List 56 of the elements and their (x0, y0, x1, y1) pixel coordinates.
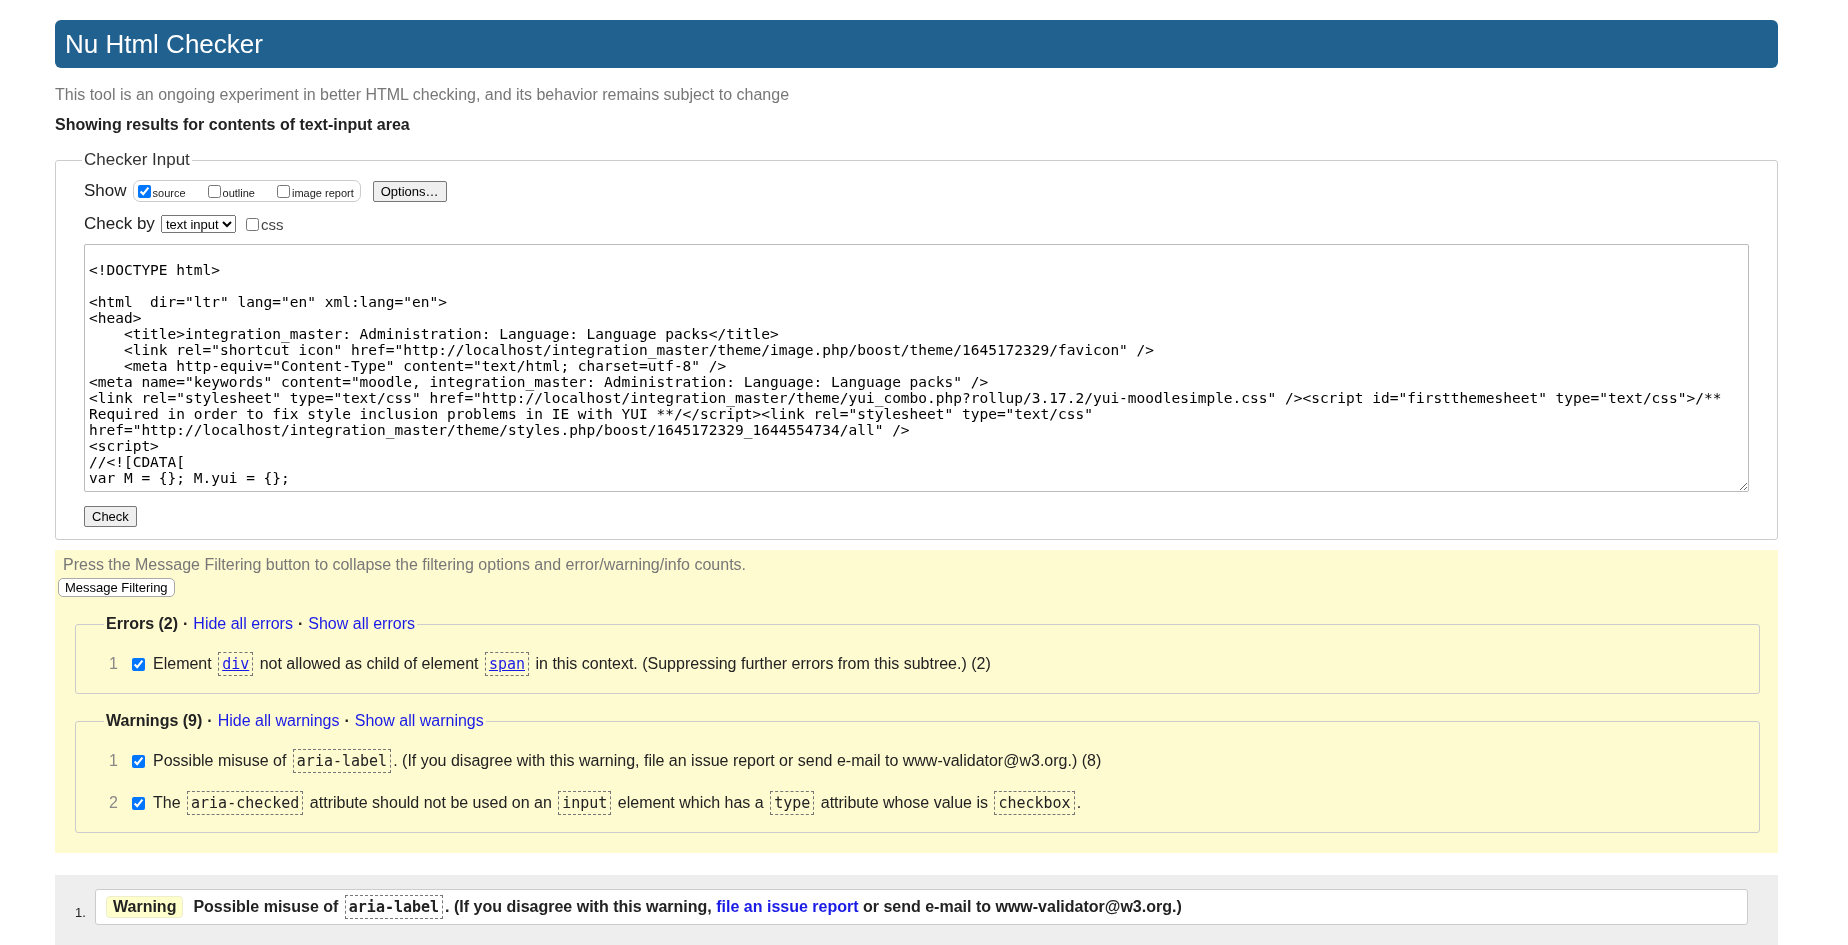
checkbox[interactable] (132, 657, 145, 671)
link[interactable]: Hide all errors (193, 615, 293, 632)
message-number: 1 (109, 752, 119, 770)
check-button[interactable]: Check (84, 506, 137, 527)
checkbox[interactable] (137, 184, 151, 198)
checkbox[interactable] (132, 754, 145, 768)
code-line: <!DOCTYPE html> (89, 262, 220, 278)
code-line: <meta name="keywords" content="moodle, integration_master: Administration: Language: Language packs" /> (89, 374, 989, 390)
check-by-select[interactable]: text input (160, 215, 236, 233)
link[interactable]: file an issue report (716, 898, 859, 915)
message-number: 2 (109, 794, 119, 812)
link[interactable]: Show all errors (308, 615, 415, 632)
checkbox[interactable] (245, 217, 259, 231)
checkbox-label: outline (222, 186, 255, 199)
code-line: <script> (89, 438, 159, 454)
message-text: Element div not allowed as child of element span in this context. (Suppressing further errors from this subtree.) (2) (153, 655, 991, 673)
link[interactable]: Hide all warnings (217, 712, 340, 729)
code-line: <link rel="shortcut icon" href="http://localhost/integration_master/theme/image.php/boost/theme/1645172329/favicon" /> (122, 342, 1155, 358)
message-text: The aria-checked attribute should not be used on an input element which has a type attribute whose value is checkbox . (153, 794, 1082, 812)
code-line: <meta http-equiv="Content-Type" content="text/html; charset=utf-8" /> (122, 358, 727, 374)
code-line: <html dir="ltr" lang="en" xml:lang="en"> (89, 294, 447, 310)
code-line: <title>integration_master: Administration: Language: Language packs</title> (122, 326, 779, 342)
filtering-hint: Press the Message Filtering button to collapse the filtering options and error/warning/info counts. (63, 556, 748, 574)
message-filtering-button[interactable]: Message Filtering (58, 578, 175, 597)
message-text: Possible misuse of aria-label . (If you disagree with this warning, file an issue report or send e-mail to www-validator@w3.org.) (193, 898, 1182, 916)
checkbox-label: image report (292, 186, 354, 199)
check-by-label: Check by (84, 214, 155, 234)
link[interactable]: Show all warnings (354, 712, 484, 729)
intro-text: This tool is an ongoing experiment in better HTML checking, and its behavior remains subject to change (55, 86, 791, 104)
panel-legend: Checker Input (82, 150, 192, 170)
separator: · (207, 712, 213, 729)
warning-badge: Warning (106, 896, 184, 918)
page-title: Nu Html Checker (65, 28, 263, 60)
code-line: //<![CDATA[ (89, 454, 186, 470)
checkbox-label: source (152, 186, 186, 199)
code-line: Required in order to fix style inclusion problems in IE with YUI **/</script><link rel="stylesheet" type="text/css" (89, 406, 1093, 422)
group-title: Warnings (9) (106, 712, 203, 729)
checkbox[interactable] (277, 184, 290, 198)
message-text: Possible misuse of aria-label . (If you disagree with this warning, file an issue report or send e-mail to www-validator@w3.org.) (8) (153, 752, 1102, 770)
separator: · (344, 712, 350, 729)
checkbox-label: css (260, 215, 284, 233)
separator: · (297, 615, 304, 632)
source-text-area[interactable] (84, 244, 1749, 492)
checkbox[interactable] (207, 184, 221, 198)
options-button[interactable]: Options… (372, 180, 447, 202)
code-line: href="http://localhost/integration_master/theme/styles.php/boost/1645172329_1644554734/all" /> (89, 422, 910, 438)
code-line: <link rel="stylesheet" type="text/css" href="http://localhost/integration_master/theme/yui_combo.php?rollup/3.17.2/yui-moodlesimple.css" /><script id="firstthemesheet" type="text/css">/** (89, 390, 1722, 406)
results-heading: Showing results for contents of text-input area (55, 116, 411, 134)
code-line: <head> (89, 310, 142, 326)
checkbox[interactable] (132, 796, 145, 810)
separator: · (183, 615, 189, 632)
code-line: var M = {}; M.yui = {}; (89, 470, 290, 486)
list-number: 1. (75, 905, 87, 920)
show-label: Show (84, 181, 127, 201)
message-number: 1 (109, 655, 119, 673)
group-title: Errors (2) (106, 615, 179, 632)
